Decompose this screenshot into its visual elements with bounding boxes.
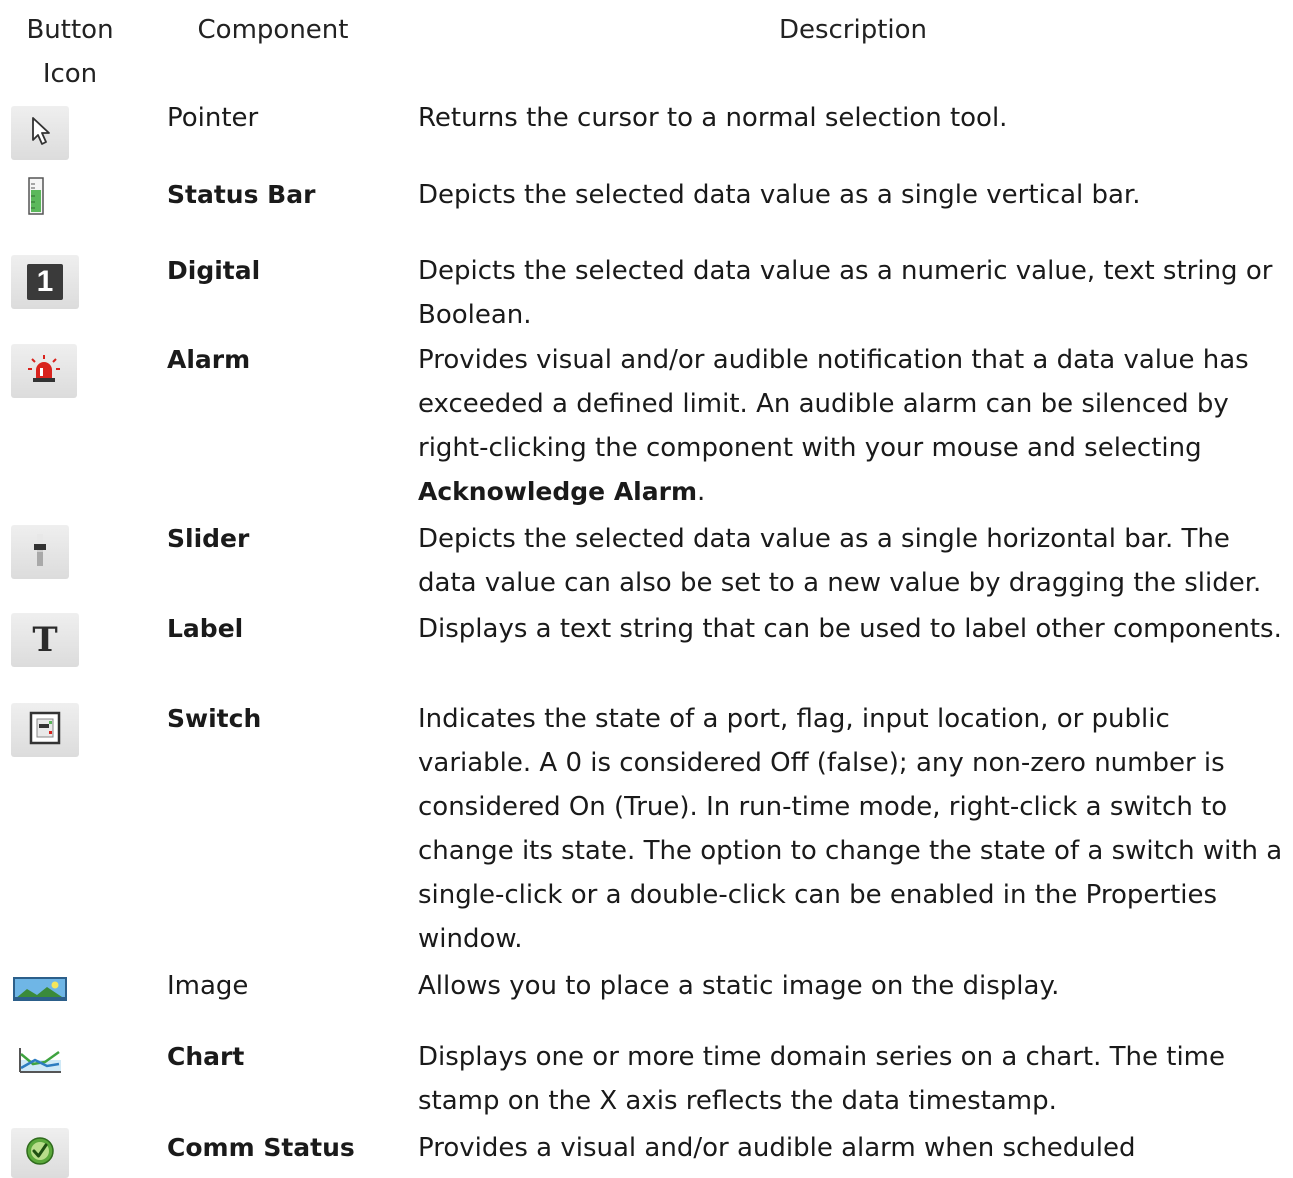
comm-status-icon [25,1136,55,1170]
component-name: Switch [167,704,262,733]
pointer-button[interactable] [11,106,69,160]
component-name: Label [167,614,244,643]
header-description: Description [778,15,928,45]
status-bar-icon [26,176,46,220]
component-name: Status Bar [167,180,316,209]
alarm-description-end: . [697,477,706,507]
digital-icon: 1 [27,264,63,300]
component-table: Button Icon Component Description Pointe… [0,0,1293,1178]
component-description: Depicts the selected data value as a sin… [418,180,1141,210]
component-description: Allows you to place a static image on th… [418,971,1060,1001]
image-button[interactable] [11,968,69,1014]
slider-button[interactable] [11,525,69,579]
image-icon [13,977,67,1005]
component-name: Digital [167,256,261,285]
component-name: Pointer [167,103,259,133]
header-component: Component [197,15,349,45]
chart-icon [17,1046,63,1078]
component-description: Displays one or more time domain series … [418,1042,1226,1116]
component-name: Chart [167,1042,245,1071]
label-button[interactable]: T [11,613,79,667]
header-button-icon-line2: Icon [42,59,98,89]
component-name: Image [167,971,249,1001]
slider-icon [32,532,48,572]
alarm-icon [26,354,62,388]
status-bar-button[interactable] [11,173,61,223]
comm-status-button[interactable] [11,1128,69,1178]
chart-button[interactable] [11,1039,69,1085]
header-button-icon-line1: Button [26,15,114,45]
pointer-icon [28,115,52,151]
component-description: Depicts the selected data value as a sin… [418,524,1262,598]
component-description: Provides a visual and/or audible alarm w… [418,1133,1136,1163]
acknowledge-alarm-term: Acknowledge Alarm [418,477,698,506]
header-button-icon: Button Icon [14,8,126,96]
component-description: Displays a text string that can be used … [418,614,1282,644]
switch-icon [29,711,61,749]
alarm-button[interactable] [11,344,77,398]
component-description: Returns the cursor to a normal selection… [418,103,1008,133]
switch-button[interactable] [11,703,79,757]
component-name: Alarm [167,345,251,374]
component-description: Depicts the selected data value as a num… [418,256,1273,330]
component-name: Comm Status [167,1133,355,1162]
label-icon: T [32,620,58,660]
component-name: Slider [167,524,250,553]
component-description: Indicates the state of a port, flag, inp… [418,704,1283,954]
alarm-description-text: Provides visual and/or audible notificat… [418,345,1249,463]
digital-button[interactable]: 1 [11,255,79,309]
component-description: Provides visual and/or audible notificat… [418,338,1286,514]
